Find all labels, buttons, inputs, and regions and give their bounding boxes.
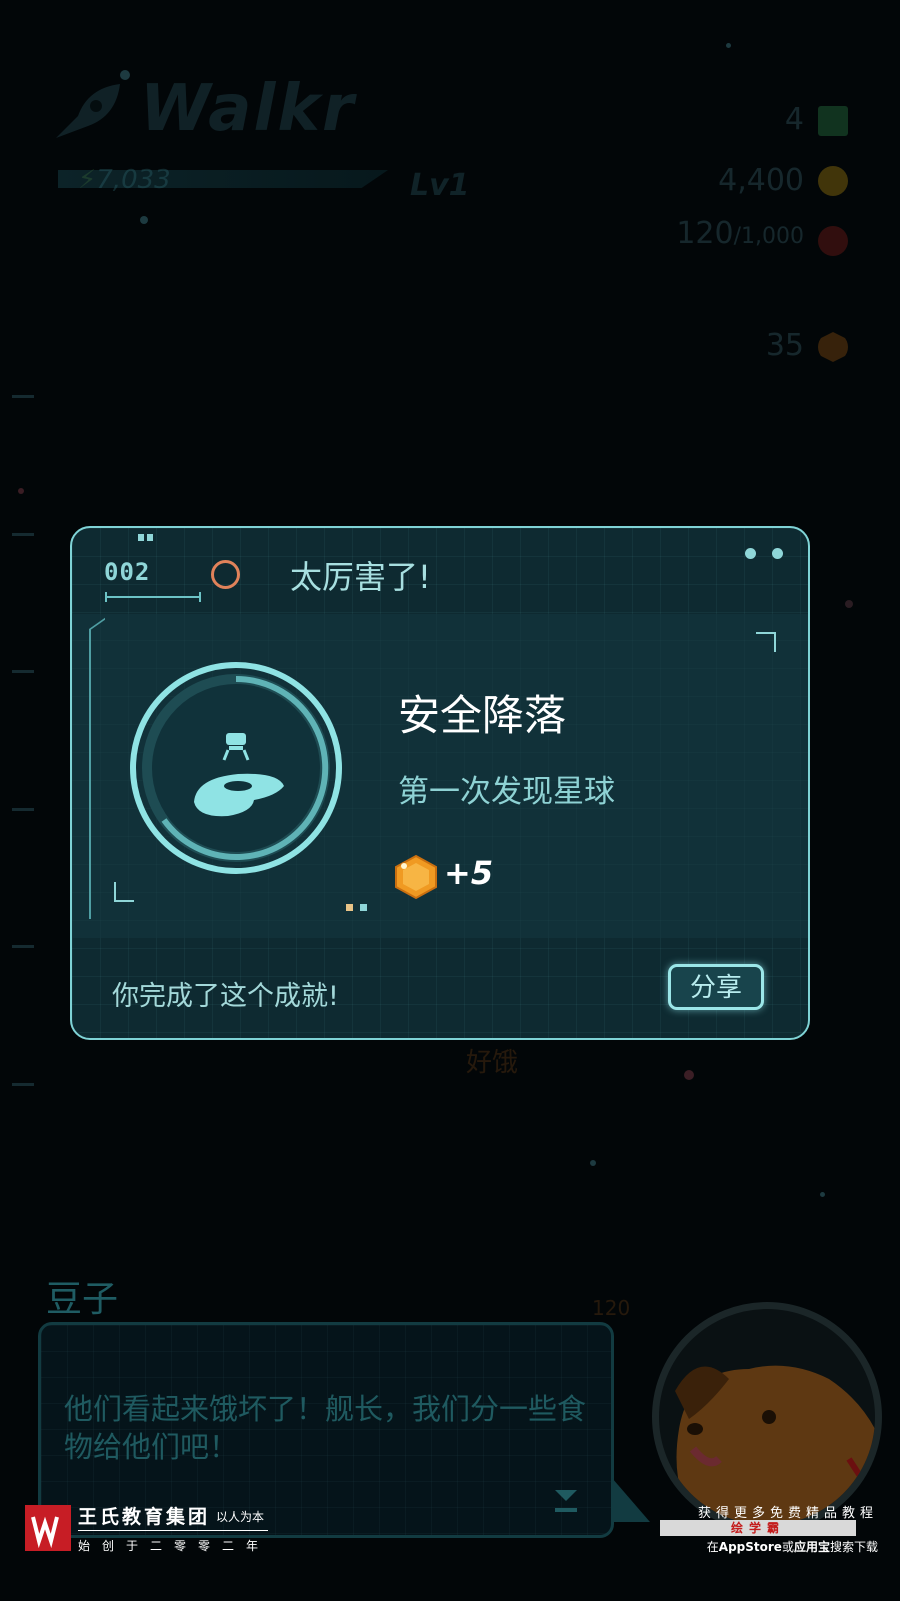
store-name: 应用宝 (793, 1540, 830, 1554)
orange-ring-icon (211, 560, 240, 589)
achievement-description: 第一次发现星球 (398, 774, 615, 810)
watermark-divider (78, 1530, 268, 1531)
energy-value: ⚡7,033 (78, 165, 171, 195)
store-name: AppStore (718, 1540, 782, 1554)
food-request-value: 120 (592, 1296, 631, 1320)
watermark-org: 王氏教育集团 (78, 1506, 211, 1528)
left-bracket (89, 629, 105, 919)
food-value: 120 (676, 216, 734, 251)
star (845, 600, 853, 608)
share-button[interactable]: 分享 (668, 964, 764, 1010)
lightning-icon: ⚡ (78, 165, 97, 195)
star (18, 488, 24, 494)
watermark-since: 始创于二零零二年 (78, 1539, 271, 1553)
coins-count: 4,400 (718, 163, 804, 198)
download-prefix: 在 (706, 1540, 719, 1554)
ruler-tick (12, 1083, 34, 1086)
ruler-tick (12, 945, 34, 948)
landing-pod-icon (128, 660, 344, 876)
mini-marks (346, 896, 374, 915)
speech-tail (612, 1478, 650, 1522)
hungry-label: 好饿 (466, 1048, 519, 1078)
ruler-tick (12, 670, 34, 673)
hex-count: 35 (765, 328, 804, 363)
dialog-body: 安全降落 第一次发现星球 +5 (72, 614, 808, 938)
star (726, 43, 731, 48)
orange-hexagon-icon (818, 332, 848, 362)
indicator-dot (745, 548, 756, 559)
star (140, 216, 148, 224)
speech-text: 他们看起来饿坏了！舰长，我们分一些食物给他们吧！ (64, 1392, 587, 1464)
tomato-food-icon (818, 226, 848, 256)
food-capacity: /1,000 (733, 224, 804, 249)
watermark-brand: 绘学霸 (660, 1520, 856, 1536)
green-cubes-icon (818, 106, 848, 136)
rocket-logo-icon (48, 78, 128, 152)
star (820, 1192, 825, 1197)
energy-text: 7,033 (96, 165, 171, 195)
ruler-tick (12, 808, 34, 811)
corner-mark (756, 632, 776, 652)
download-suffix: 搜索下载 (829, 1540, 878, 1554)
level-label: Lv1 (410, 168, 470, 203)
indicator-dot (772, 548, 783, 559)
corner-mark (114, 882, 134, 902)
star (684, 1070, 694, 1080)
publisher-logo (25, 1505, 71, 1551)
achievement-number: 002 (104, 558, 151, 586)
star (590, 1160, 596, 1166)
number-underline (105, 592, 201, 602)
food-count: 120/1,000 (676, 216, 804, 251)
download-or: 或 (781, 1540, 794, 1554)
dialog-header: 002 太厉害了! (72, 528, 808, 614)
reward: +5 (394, 854, 493, 900)
speaker-name: 豆子 (46, 1279, 119, 1320)
next-arrow-icon[interactable] (554, 1488, 578, 1518)
orange-hexagon-icon (395, 854, 437, 900)
dog-astronaut-icon (652, 1302, 882, 1532)
watermark-download: 在AppStore或应用宝搜索下载 (707, 1538, 878, 1555)
cubes-count: 4 (784, 102, 804, 137)
reward-value: +5 (444, 854, 494, 892)
achievement-dialog: 002 太厉害了! 安全降落 第一次发现星球 +5 你完成了这个成就! 分享 (70, 526, 810, 1040)
watermark-promo: 获得更多免费精品教程 (697, 1506, 878, 1521)
app-logo: Walkr (140, 72, 356, 146)
gold-coin-icon (818, 166, 848, 196)
achievement-name: 安全降落 (398, 691, 567, 740)
completion-message: 你完成了这个成就! (112, 981, 339, 1012)
dialog-title: 太厉害了! (290, 558, 431, 596)
watermark-slogan: 以人为本 (216, 1510, 265, 1524)
ruler-tick (12, 533, 34, 536)
ruler-tick (12, 395, 34, 398)
